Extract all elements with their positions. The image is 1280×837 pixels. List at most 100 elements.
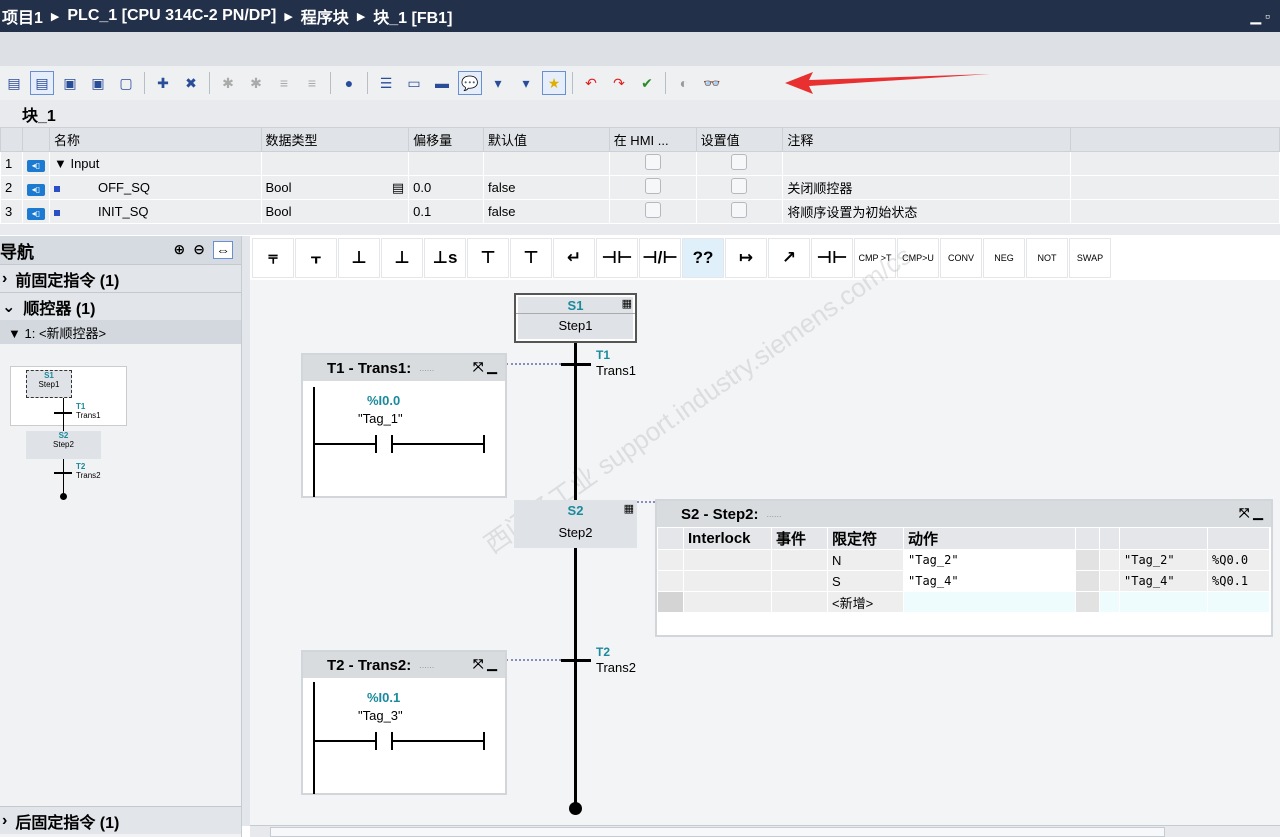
setpoint-checkbox[interactable] <box>731 154 748 170</box>
row-comment[interactable]: 将顺序设置为初始状态 <box>782 199 1071 224</box>
setpoint-checkbox[interactable] <box>731 178 748 194</box>
palette-conv[interactable]: CONV <box>940 238 982 278</box>
toolbar-expand-icon[interactable]: ▭ <box>402 71 426 95</box>
palette-transition[interactable]: ⊥ <box>338 238 380 278</box>
row-default[interactable]: false <box>483 175 610 200</box>
toolbar-db-icon[interactable]: ● <box>337 71 361 95</box>
table-row[interactable]: 3 ◂▯ INIT_SQ Bool 0.1 false 将顺序设置为初始状态 <box>0 199 1280 224</box>
toolbar-view-icon[interactable]: ▣ <box>86 71 110 95</box>
panel-controls-icon[interactable]: ⤧ ▁ <box>473 359 497 375</box>
nav-sequencer-item[interactable]: ▼ 1: <新顺控器> <box>0 320 241 344</box>
panel-controls-icon[interactable]: ⤧ ▁ <box>1239 505 1263 521</box>
row-name[interactable]: OFF_SQ <box>60 180 150 195</box>
palette-step[interactable]: ⫟ <box>295 238 337 278</box>
horizontal-scrollbar[interactable] <box>250 825 1280 837</box>
contact-tag[interactable]: "Tag_1" <box>358 411 403 426</box>
zoom-out-icon[interactable]: ⊖ <box>193 241 205 259</box>
setpoint-checkbox[interactable] <box>731 202 748 218</box>
monitor-icon[interactable]: ◐ <box>672 71 696 95</box>
col-default[interactable]: 默认值 <box>483 127 610 152</box>
table-row[interactable]: 1 ◂▯ ▼ Input <box>0 151 1280 176</box>
transition-t1-label[interactable]: T1 Trans1 <box>596 348 636 378</box>
palette-jump[interactable]: ⊥s <box>424 238 466 278</box>
fit-icon[interactable]: ⇔ <box>213 241 233 259</box>
zoom-in-icon[interactable]: ⊕ <box>174 241 186 259</box>
transition-t2-bar[interactable] <box>561 659 591 662</box>
toolbar-view-icon[interactable]: ▢ <box>114 71 138 95</box>
palette-not[interactable]: NOT <box>1026 238 1068 278</box>
palette-close-branch[interactable]: ↵ <box>553 238 595 278</box>
palette-nc-contact[interactable]: ⊣/⊢ <box>639 238 681 278</box>
palette-swap[interactable]: SWAP <box>1069 238 1111 278</box>
panel-controls-icon[interactable]: ⤧ ▁ <box>473 656 497 672</box>
toolbar-view-icon[interactable]: ▣ <box>58 71 82 95</box>
row-name[interactable]: Input <box>70 156 99 171</box>
window-controls[interactable]: ▁ ▫ <box>1250 8 1270 25</box>
table-row[interactable]: 2 ◂▯ OFF_SQ Bool ▤ 0.0 false 关闭顺控器 <box>0 175 1280 200</box>
palette-neg[interactable]: NEG <box>983 238 1025 278</box>
hmi-checkbox[interactable] <box>644 178 661 194</box>
nav-section-pre[interactable]: › 前固定指令 (1) <box>0 264 241 292</box>
toolbar-collapse-icon[interactable]: ▬ <box>430 71 454 95</box>
col-name[interactable]: 名称 <box>48 127 262 152</box>
action-row-new[interactable]: <新增> <box>657 591 1270 613</box>
next-error-icon[interactable]: ↷ <box>607 71 631 95</box>
contact-icon[interactable] <box>375 435 377 453</box>
palette-close-branch2[interactable]: ↗ <box>768 238 810 278</box>
palette-sequence-end[interactable]: ⊥ <box>381 238 423 278</box>
col-comment[interactable]: 注释 <box>782 127 1071 152</box>
palette-empty-box[interactable]: ?? <box>682 238 724 278</box>
row-type[interactable]: Bool <box>260 199 410 224</box>
toolbar-view-icon[interactable]: ▤ <box>30 71 54 95</box>
hmi-checkbox[interactable] <box>644 154 661 170</box>
step-edit-icon[interactable]: ▦ <box>622 297 632 310</box>
row-default[interactable]: false <box>483 199 610 224</box>
favorites-icon[interactable]: ▾ <box>486 71 510 95</box>
toolbar-align-icon[interactable]: ☰ <box>374 71 398 95</box>
palette-cmp-t[interactable]: CMP >T <box>854 238 896 278</box>
action-row[interactable]: S "Tag_4" "Tag_4" %Q0.1 <box>657 570 1270 592</box>
insert-network-icon[interactable]: ✚ <box>151 71 175 95</box>
splitter[interactable] <box>242 236 250 826</box>
step-s1[interactable]: S1 Step1 ▦ <box>514 293 637 343</box>
row-type[interactable]: Bool <box>266 180 292 195</box>
step-s2[interactable]: S2 Step2 ▦ <box>514 500 637 548</box>
palette-no-contact[interactable]: ⊣⊢ <box>596 238 638 278</box>
transition-t2-label[interactable]: T2 Trans2 <box>596 645 636 675</box>
palette-alt-branch[interactable]: ⊤ <box>467 238 509 278</box>
palette-open-branch[interactable]: ↦ <box>725 238 767 278</box>
contact-tag[interactable]: "Tag_3" <box>358 708 403 723</box>
breadcrumb-item[interactable]: 项目1 <box>2 4 43 28</box>
mini-step1[interactable]: S1 Step1 <box>26 370 72 398</box>
star-icon[interactable]: ★ <box>542 71 566 95</box>
comment-icon[interactable]: 💬 <box>458 71 482 95</box>
glasses-icon[interactable]: 👓 <box>700 71 724 95</box>
breadcrumb-item[interactable]: 程序块 <box>301 4 349 28</box>
jump-error-icon[interactable]: ↶ <box>579 71 603 95</box>
col-offset[interactable]: 偏移量 <box>408 127 485 152</box>
type-picker-icon[interactable]: ▤ <box>392 180 404 196</box>
hmi-checkbox[interactable] <box>644 202 661 218</box>
toolbar-icon[interactable]: ▾ <box>514 71 538 95</box>
nav-section-sequencer[interactable]: ⌄ 顺控器 (1) <box>0 292 241 320</box>
palette-step-transition[interactable]: ⫧ <box>252 238 294 278</box>
col-hmi[interactable]: 在 HMI ... <box>608 127 697 152</box>
row-name[interactable]: INIT_SQ <box>60 204 149 219</box>
col-type[interactable]: 数据类型 <box>260 127 410 152</box>
palette-sim-branch[interactable]: ⊤ <box>510 238 552 278</box>
compile-icon[interactable]: ✔ <box>635 71 659 95</box>
mini-step2[interactable]: S2 Step2 <box>26 431 101 459</box>
col-setpoint[interactable]: 设置值 <box>695 127 784 152</box>
toolbar-view-icon[interactable]: ▤ <box>2 71 26 95</box>
breadcrumb-item[interactable]: PLC_1 [CPU 314C-2 PN/DP] <box>67 7 276 25</box>
scrollbar-thumb[interactable] <box>270 827 1165 837</box>
contact-address[interactable]: %I0.1 <box>367 690 400 705</box>
palette-compare[interactable]: ⊣⊢ <box>811 238 853 278</box>
contact-address[interactable]: %I0.0 <box>367 393 400 408</box>
palette-cmp-u[interactable]: CMP>U <box>897 238 939 278</box>
contact-icon[interactable] <box>375 732 377 750</box>
breadcrumb-item[interactable]: 块_1 [FB1] <box>373 4 452 28</box>
step-edit-icon[interactable]: ▦ <box>624 502 634 515</box>
row-comment[interactable]: 关闭顺控器 <box>782 175 1071 200</box>
action-row[interactable]: N "Tag_2" "Tag_2" %Q0.0 <box>657 549 1270 571</box>
